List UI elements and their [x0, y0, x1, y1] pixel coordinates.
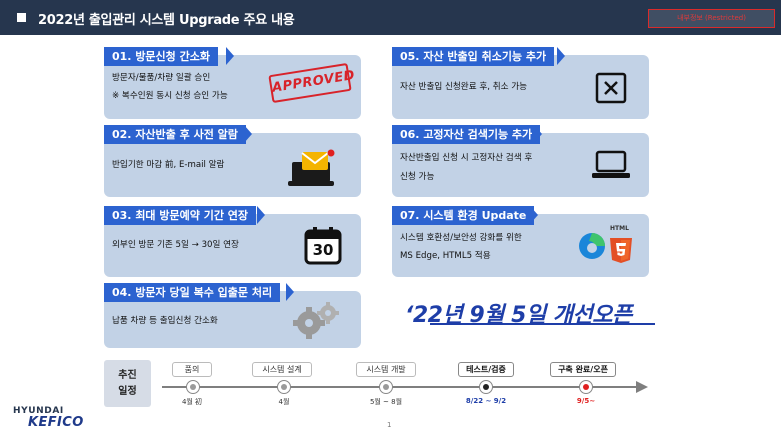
card-title: 02. 자산반출 후 사전 알람 [104, 125, 246, 144]
schedule-label-box: 추진 일정 [104, 360, 151, 407]
card-03-visit-period: 03. 최대 방문예약 기간 연장 외부인 방문 기존 5일 → 30일 연장 … [104, 206, 361, 277]
stage-dot [579, 380, 593, 394]
stage-dot [479, 380, 493, 394]
gears-icon [293, 302, 339, 339]
card-text: 시스템 호환성/보안성 강화를 위한 [400, 233, 522, 243]
stage-dot [277, 380, 291, 394]
schedule-label: 일정 [118, 386, 137, 397]
timeline-line [162, 386, 638, 388]
card-title: 04. 방문자 당일 복수 입출문 처리 [104, 283, 281, 302]
slide-title: 2022년 출입관리 시스템 Upgrade 주요 내용 [38, 13, 295, 28]
card-05-cancel-function: 05. 자산 반출입 취소기능 추가 자산 반출입 신청완료 후, 취소 가능 [392, 47, 649, 119]
company-logo: KEFICO [28, 415, 84, 430]
timeline-arrow-icon [636, 381, 648, 393]
card-text: 자산반출입 신청 시 고정자산 검색 후 [400, 153, 533, 163]
stage-label-development: 시스템 개발 [356, 362, 416, 377]
edge-browser-icon [579, 233, 605, 259]
calendar-day-label: 30 [312, 241, 334, 259]
stage-label-test: 테스트/검증 [458, 362, 514, 377]
headline-underline [430, 323, 655, 325]
card-07-system-update: 07. 시스템 환경 Update 시스템 호환성/보안성 강화를 위한 MS … [392, 206, 649, 277]
card-text: 납품 차량 등 출입신청 간소화 [112, 316, 218, 326]
card-title: 05. 자산 반출입 취소기능 추가 [392, 47, 555, 66]
stage-date: 9/5~ [576, 397, 596, 405]
html5-icon [610, 238, 632, 263]
card-text: MS Edge, HTML5 적용 [400, 251, 491, 261]
laptop-icon [592, 150, 630, 178]
stage-date: 5월 ~ 8월 [369, 398, 403, 406]
card-text: 자산 반출입 신청완료 후, 취소 가능 [400, 82, 528, 92]
card-06-asset-search: 06. 고정자산 검색기능 추가 자산반출입 신청 시 고정자산 검색 후 신청… [392, 125, 649, 197]
card-title: 07. 시스템 환경 Update [392, 206, 535, 225]
mail-laptop-icon [288, 149, 335, 186]
card-title: 03. 최대 방문예약 기간 연장 [104, 206, 257, 225]
card-02-asset-alarm: 02. 자산반출 후 사전 알람 반입기한 마감 前, E-mail 알람 [104, 125, 361, 197]
stage-label-design: 시스템 설계 [252, 362, 312, 377]
stage-dot [186, 380, 200, 394]
stage-date: 8/22 ~ 9/2 [465, 397, 507, 405]
card-title: 01. 방문신청 간소화 [104, 47, 218, 66]
card-04-multi-entry: 04. 방문자 당일 복수 입출문 처리 납품 차량 등 출입신청 간소화 [104, 283, 361, 348]
page-number: 1 [387, 421, 392, 429]
stage-label-approval: 품의 [172, 362, 212, 377]
card-text: 반입기한 마감 前, E-mail 알람 [112, 160, 225, 170]
cancel-x-icon [595, 72, 627, 104]
stage-label-launch: 구축 완료/오픈 [550, 362, 616, 377]
schedule-label: 추진 [118, 370, 137, 381]
restricted-stamp: 내부정보 (Restricted) [648, 9, 775, 28]
stage-dot [379, 380, 393, 394]
stage-date: 4월 初 [181, 398, 203, 406]
card-text: 외부인 방문 기존 5일 → 30일 연장 [112, 240, 239, 250]
header-bullet [17, 13, 26, 22]
card-title: 06. 고정자산 검색기능 추가 [392, 125, 541, 144]
slide-header: 2022년 출입관리 시스템 Upgrade 주요 내용 내부정보 (Restr… [0, 0, 781, 35]
card-text: ※ 복수인원 동시 신청 승인 가능 [112, 91, 228, 101]
card-text: 신청 가능 [400, 172, 435, 182]
card-text: 방문자/물품/차량 일괄 승인 [112, 73, 211, 83]
stage-date: 4월 [278, 398, 290, 406]
html-label: HTML [610, 225, 629, 232]
